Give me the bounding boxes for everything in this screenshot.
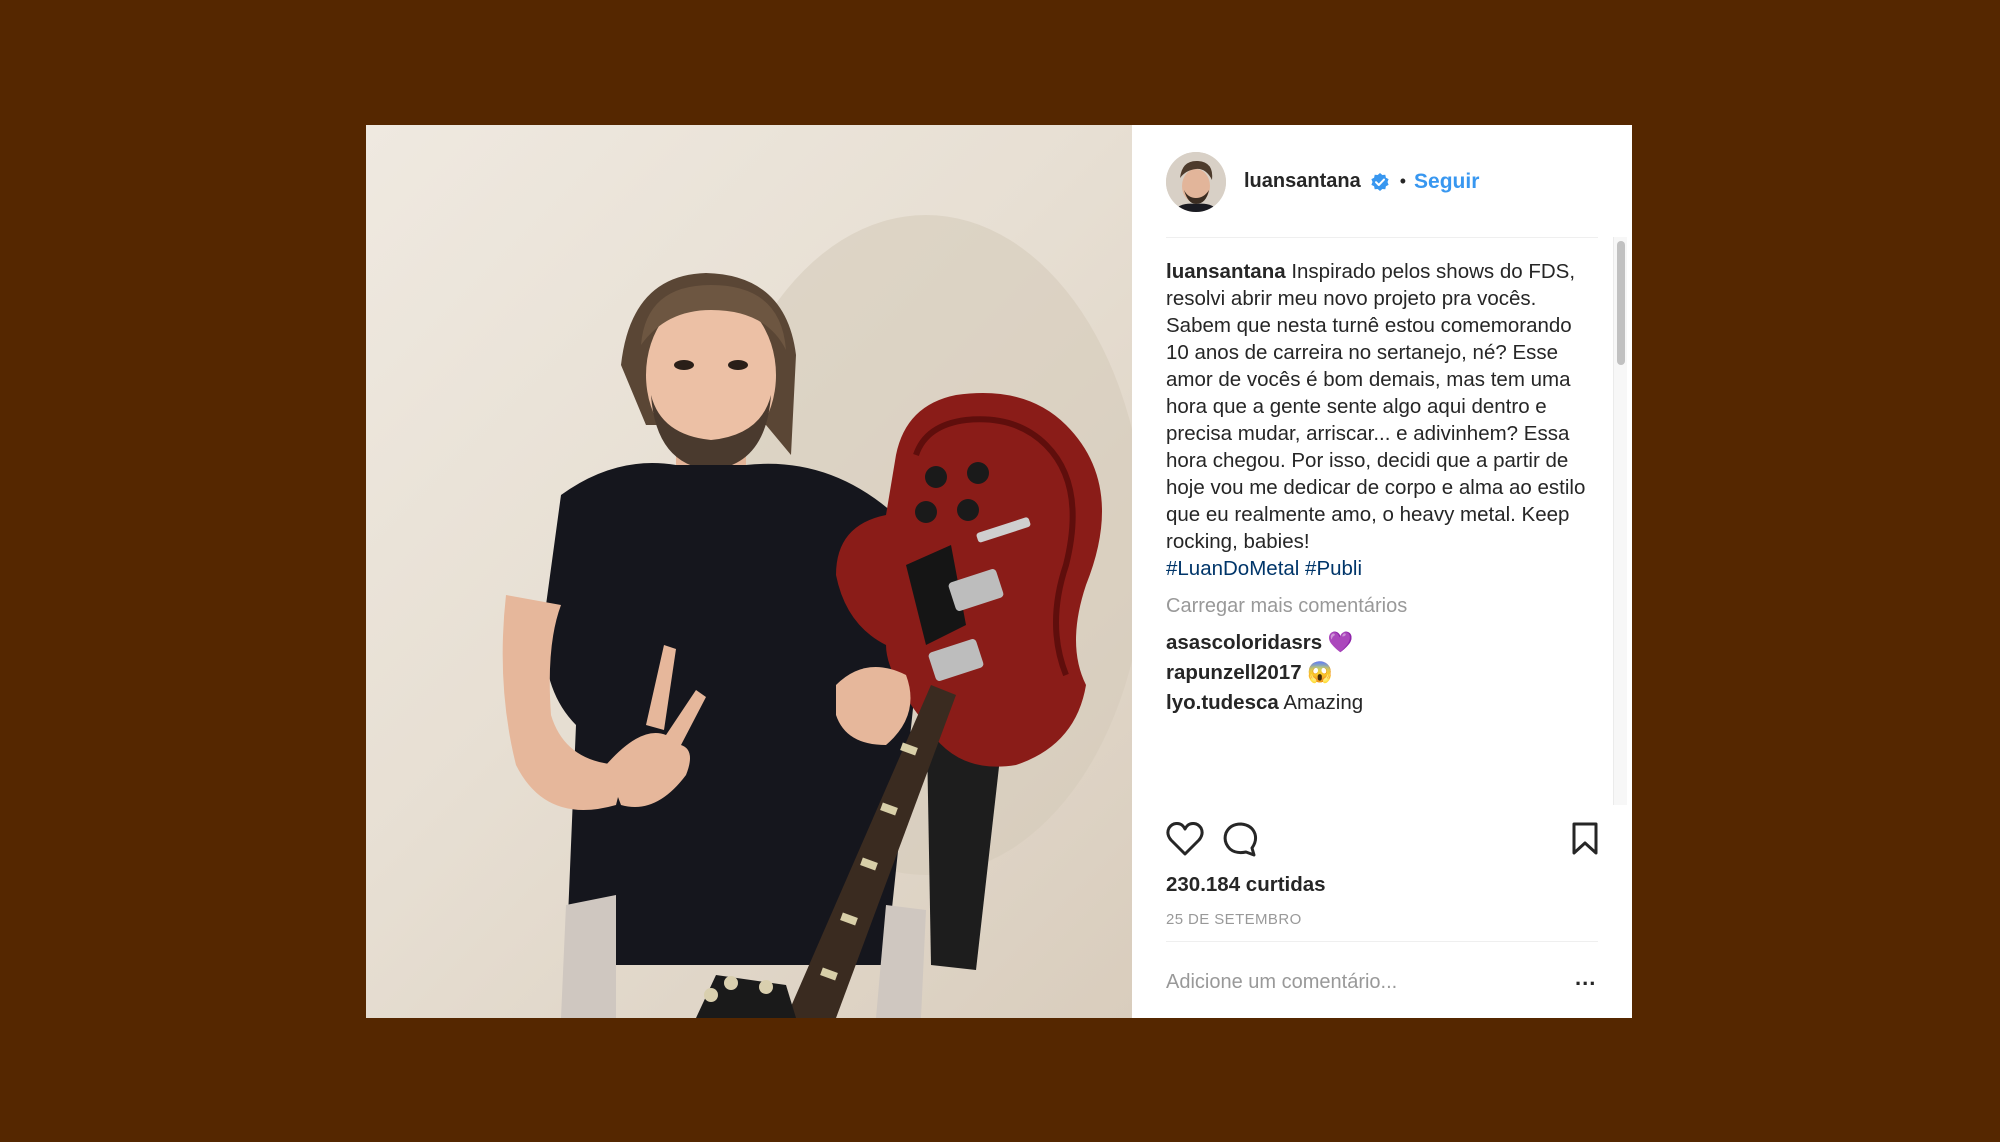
hashtag-link[interactable]: #LuanDoMetal (1166, 557, 1299, 580)
caption: luansantana Inspirado pelos shows do FDS… (1166, 258, 1586, 582)
action-buttons (1166, 817, 1598, 861)
separator-dot: • (1399, 171, 1407, 191)
caption-text: Inspirado pelos shows do FDS, resolvi ab… (1166, 260, 1586, 553)
add-comment-input[interactable] (1166, 971, 1526, 994)
comment-text: 💜 (1327, 631, 1354, 654)
heart-icon[interactable] (1166, 819, 1206, 859)
comment-username[interactable]: asascoloridasrs (1166, 631, 1322, 654)
comment-text: 😱 (1307, 661, 1333, 684)
likes-count[interactable]: 230.184 curtidas (1166, 873, 1326, 897)
comment-item: asascoloridasrs 💜 (1166, 629, 1586, 657)
comments-scrollbar[interactable] (1613, 237, 1627, 805)
verified-badge-icon (1370, 172, 1390, 192)
post-photo[interactable] (366, 125, 1132, 1018)
avatar[interactable] (1166, 151, 1226, 212)
avatar-image (1166, 151, 1226, 212)
username[interactable]: luansantana (1244, 170, 1361, 193)
header-divider (1166, 237, 1598, 238)
more-options-icon[interactable]: ... (1575, 965, 1596, 991)
caption-username[interactable]: luansantana (1166, 260, 1286, 283)
scrollbar-thumb[interactable] (1617, 241, 1625, 365)
comment-item: rapunzell2017 😱 (1166, 659, 1586, 687)
footer-divider (1166, 941, 1598, 942)
bookmark-icon[interactable] (1566, 819, 1598, 859)
instagram-post: luansantana • Seguir luansantana Inspira… (366, 125, 1632, 1018)
caption-hashtags: #LuanDoMetal #Publi (1166, 555, 1586, 582)
hashtag-link[interactable]: #Publi (1305, 557, 1362, 580)
photo-man-with-guitar (502, 215, 1132, 1018)
comment-username[interactable]: rapunzell2017 (1166, 661, 1302, 684)
comment-text: Amazing (1283, 691, 1364, 714)
comment-bubble-icon[interactable] (1222, 819, 1262, 859)
comment-item: lyo.tudesca Amazing (1166, 689, 1586, 717)
follow-button[interactable]: Seguir (1414, 170, 1479, 194)
comment-username[interactable]: lyo.tudesca (1166, 691, 1279, 714)
load-more-comments-link[interactable]: Carregar mais comentários (1166, 593, 1586, 620)
post-header: luansantana • Seguir (1132, 125, 1632, 238)
